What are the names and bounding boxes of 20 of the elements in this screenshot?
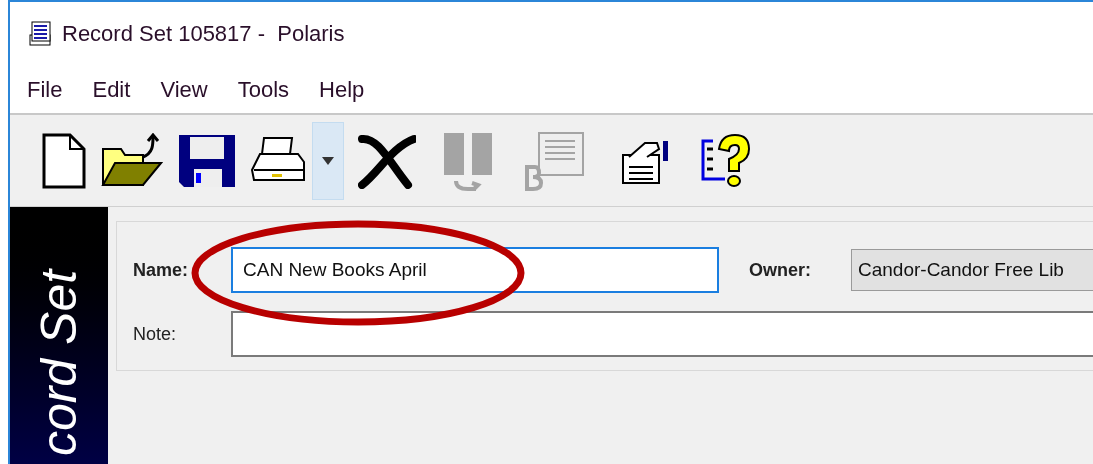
columns-icon	[442, 130, 494, 191]
menu-item[interactable]: Tools	[234, 72, 293, 106]
menu-item[interactable]: Help	[316, 72, 368, 106]
menu-item[interactable]: Edit	[89, 72, 134, 106]
new-document-icon	[42, 132, 86, 189]
document-list-icon	[523, 130, 585, 191]
window-title: Record Set 105817 - Polaris	[62, 20, 345, 48]
delete-icon	[358, 132, 416, 189]
banner-title: cord Set	[34, 269, 84, 457]
owner-field[interactable]: Candor-Candor Free Lib	[851, 249, 1093, 291]
owner-label: Owner:	[749, 258, 812, 282]
name-label: Name:	[133, 258, 190, 282]
open-folder-icon	[101, 132, 163, 189]
menu-item[interactable]: File	[24, 72, 66, 106]
note-input-field[interactable]	[231, 311, 1093, 357]
caret-icon	[322, 156, 334, 165]
name-input-field[interactable]: CAN New Books April	[231, 247, 719, 293]
app-icon	[28, 20, 52, 47]
note-label: Note:	[133, 322, 178, 346]
menu-item[interactable]: View	[157, 72, 211, 106]
